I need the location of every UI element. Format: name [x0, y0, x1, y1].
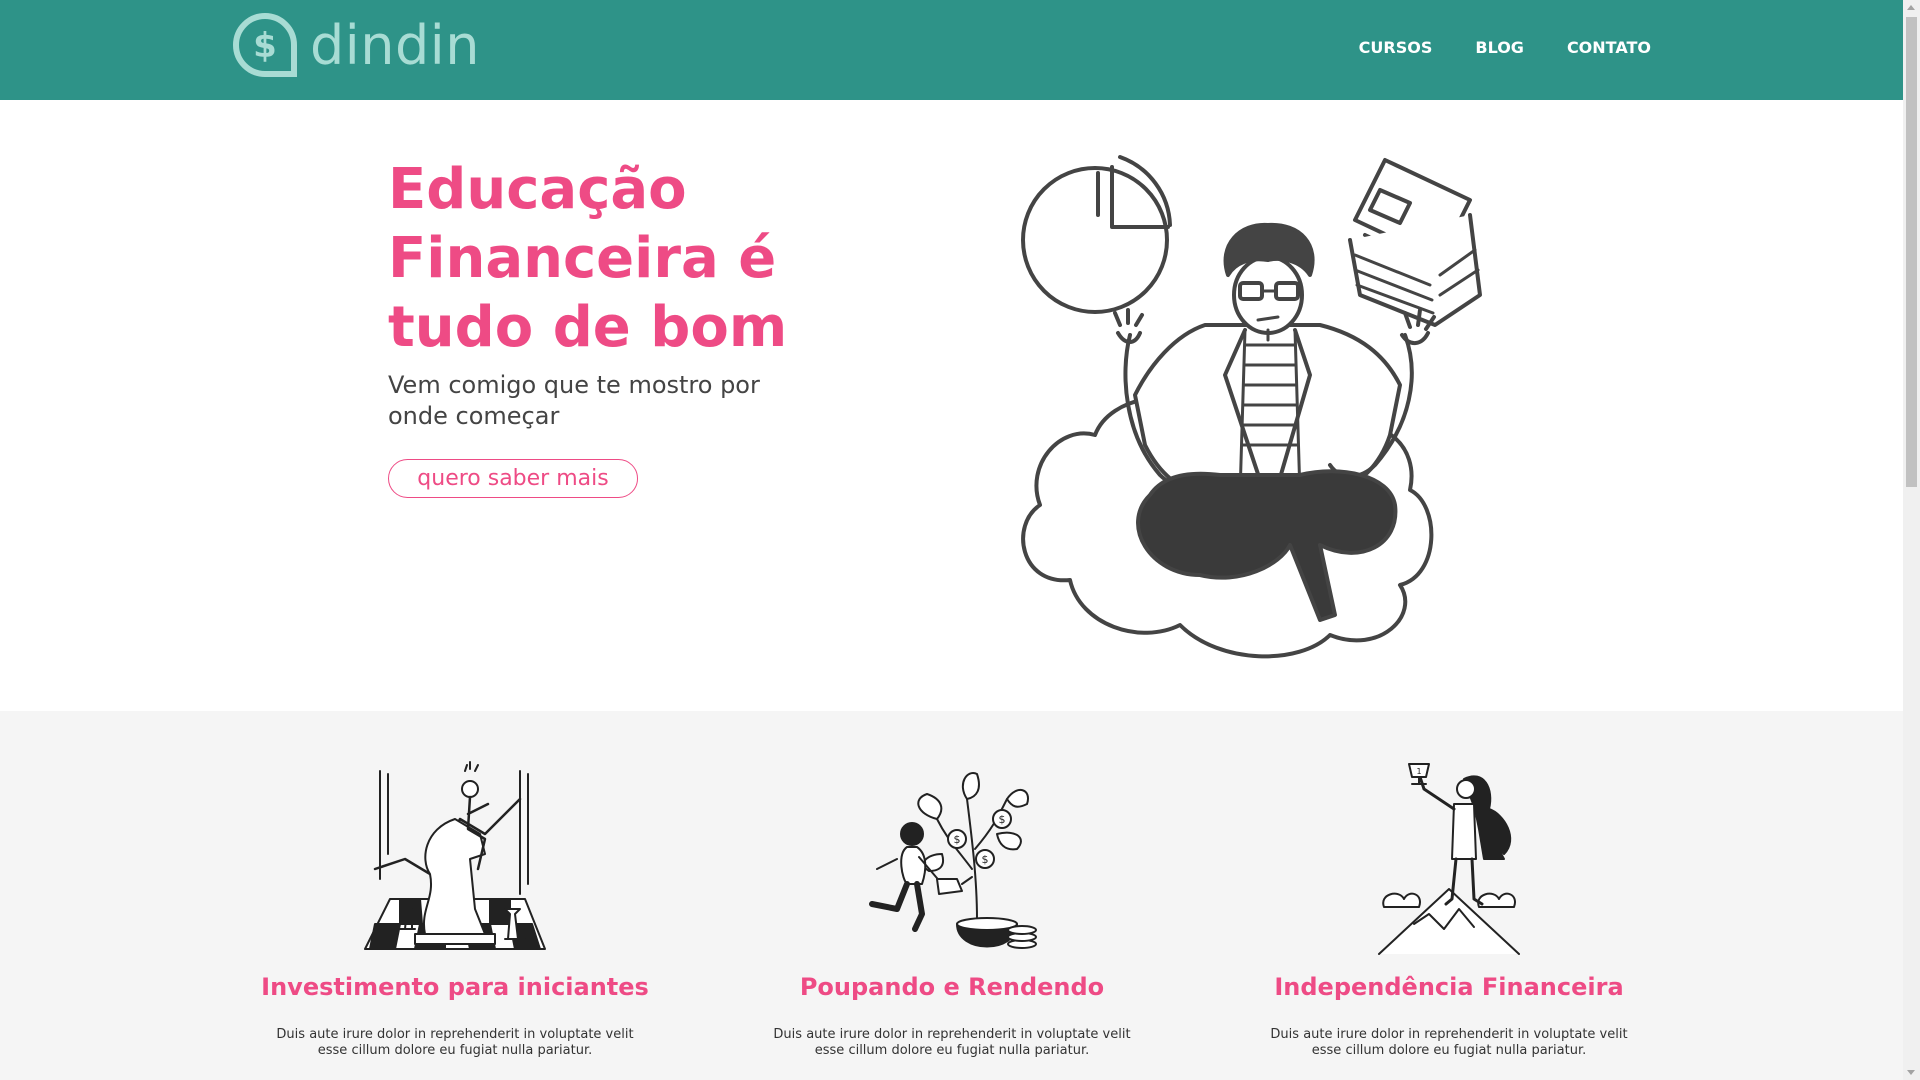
svg-text:$: $ [253, 26, 277, 66]
feature-card: Investimento para iniciantes Duis aute i… [245, 711, 665, 1059]
nav-item-blog[interactable]: BLOG [1475, 38, 1524, 57]
money-tree-watering-illustration: $ $ $ [869, 772, 1037, 949]
chess-knight-rider-illustration [364, 761, 546, 950]
scrollbar-thumb[interactable] [1906, 17, 1917, 487]
scroll-down-icon[interactable] [1907, 1070, 1915, 1075]
logo[interactable]: $ dindin [232, 12, 480, 78]
nav-item-cursos[interactable]: CURSOS [1359, 38, 1433, 57]
vertical-scrollbar[interactable] [1903, 0, 1920, 1080]
svg-text:1: 1 [1416, 767, 1421, 776]
hero-on-mountain-trophy-illustration: 1 [1378, 763, 1520, 955]
feature-title: Independência Financeira [1274, 973, 1624, 1001]
dollar-chat-bubble-icon: $ [233, 12, 297, 77]
nav-item-contato[interactable]: CONTATO [1567, 38, 1651, 57]
feature-text: Duis aute irure dolor in reprehenderit i… [276, 1027, 634, 1058]
feature-card: $ $ $ Poupando e Rendendo Duis aute irur… [742, 711, 1162, 1059]
feature-title: Poupando e Rendendo [799, 973, 1105, 1001]
hero-subtitle: Vem comigo que te mostro por onde começa… [388, 371, 760, 430]
brand-name: dindin [310, 13, 481, 77]
hero-title: Educação Financeira é tudo de bom [388, 157, 788, 360]
feature-text: Duis aute irure dolor in reprehenderit i… [773, 1027, 1131, 1058]
cta-button[interactable]: quero saber mais [388, 459, 638, 498]
feature-card: 1 Independência Financeira Duis aute iru… [1239, 711, 1659, 1059]
svg-text:$: $ [954, 833, 961, 846]
person-meditating-on-cloud-illustration [1021, 155, 1482, 659]
features-section: Investimento para iniciantes Duis aute i… [0, 711, 1903, 1080]
svg-text:$: $ [982, 853, 989, 866]
hero-section: Educação Financeira é tudo de bom Vem co… [0, 100, 1903, 711]
site-header: $ dindin CURSOS BLOG CONTATO [0, 0, 1903, 100]
svg-text:$: $ [999, 813, 1006, 826]
feature-text: Duis aute irure dolor in reprehenderit i… [1270, 1027, 1628, 1058]
feature-title: Investimento para iniciantes [261, 973, 649, 1001]
page: $ dindin CURSOS BLOG CONTATO Educação Fi… [0, 0, 1903, 1080]
main-nav: CURSOS BLOG CONTATO [1359, 38, 1651, 57]
scroll-up-icon[interactable] [1907, 5, 1915, 10]
